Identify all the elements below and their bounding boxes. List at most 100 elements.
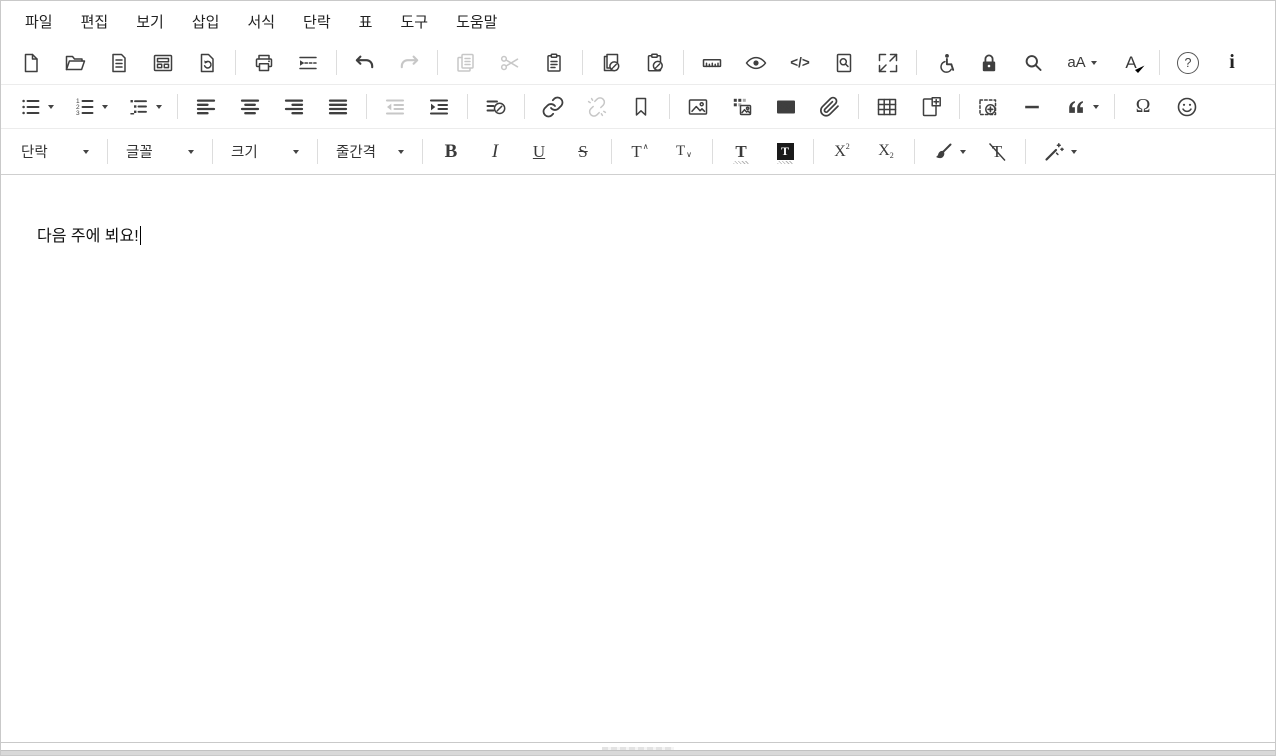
spellcheck-icon: A	[1125, 53, 1136, 73]
document-text-icon	[107, 51, 131, 75]
text-color-button[interactable]: T	[720, 133, 762, 171]
page-break-button[interactable]	[287, 44, 329, 82]
preview-button[interactable]	[735, 44, 777, 82]
lock-icon	[977, 51, 1001, 75]
bold-button[interactable]: B	[430, 133, 472, 171]
separator	[524, 94, 525, 119]
insert-placeholder-button[interactable]	[967, 88, 1009, 126]
template-button[interactable]	[142, 44, 184, 82]
clear-formatting-button[interactable]: T	[976, 133, 1018, 171]
editor-content-area[interactable]: 다음 주에 뵈요!	[1, 175, 1275, 742]
undo-button[interactable]	[344, 44, 386, 82]
lock-button[interactable]	[968, 44, 1010, 82]
subscript-button[interactable]: X2	[865, 133, 907, 171]
paperclip-icon	[818, 95, 842, 119]
menu-item-help[interactable]: 도움말	[442, 2, 511, 41]
document-cleanup-button[interactable]	[590, 44, 632, 82]
help-button[interactable]: ?	[1167, 44, 1209, 82]
search-button[interactable]	[1012, 44, 1054, 82]
font-size-select[interactable]: 크기	[221, 134, 309, 170]
new-document-button[interactable]	[10, 44, 52, 82]
numbered-list-button[interactable]: 1 2 3	[64, 88, 116, 126]
font-select-label: 글꼴	[126, 141, 153, 162]
align-justify-button[interactable]	[317, 88, 359, 126]
increase-font-size-button[interactable]: T∧	[619, 133, 661, 171]
horizontal-rule-button[interactable]	[1011, 88, 1053, 126]
toolbar-row-2: 1 2 3	[1, 85, 1275, 129]
line-height-select[interactable]: 줄간격	[326, 134, 414, 170]
emoticons-button[interactable]	[1166, 88, 1208, 126]
color-swatch	[778, 161, 793, 164]
underline-button[interactable]: U	[518, 133, 560, 171]
indent-button[interactable]	[418, 88, 460, 126]
decrease-font-size-button[interactable]: T∨	[663, 133, 705, 171]
align-center-button[interactable]	[229, 88, 271, 126]
rich-text-editor: 파일 편집 보기 삽입 서식 단락 표 도구 도움말	[0, 0, 1276, 756]
restore-draft-button[interactable]	[186, 44, 228, 82]
blockquote-button[interactable]	[1055, 88, 1107, 126]
menu-item-tools[interactable]: 도구	[386, 2, 442, 41]
outdent-button	[374, 88, 416, 126]
fullscreen-button[interactable]	[867, 44, 909, 82]
info-button[interactable]: i	[1211, 44, 1253, 82]
blockquote-icon	[1064, 95, 1088, 119]
add-page-button[interactable]	[910, 88, 952, 126]
magic-format-button[interactable]	[1033, 133, 1085, 171]
case-change-button[interactable]: aA	[1056, 44, 1108, 82]
paste-button[interactable]	[533, 44, 575, 82]
bullet-list-button[interactable]	[10, 88, 62, 126]
menu-item-insert[interactable]: 삽입	[178, 2, 234, 41]
insert-media-button[interactable]	[765, 88, 807, 126]
separator	[1025, 139, 1026, 164]
separator	[611, 139, 612, 164]
format-painter-button[interactable]	[922, 133, 974, 171]
insert-link-button[interactable]	[532, 88, 574, 126]
insert-table-button[interactable]	[866, 88, 908, 126]
menu-item-paragraph[interactable]: 단락	[289, 2, 345, 41]
special-character-button[interactable]: Ω	[1122, 88, 1164, 126]
insert-image-button[interactable]	[677, 88, 719, 126]
paste-cleanup-icon	[643, 51, 667, 75]
align-right-button[interactable]	[273, 88, 315, 126]
document-properties-button[interactable]	[98, 44, 140, 82]
accessibility-check-button[interactable]	[924, 44, 966, 82]
superscript-button[interactable]: X2	[821, 133, 863, 171]
redo-icon	[397, 51, 421, 75]
horizontal-rule-icon	[1020, 95, 1044, 119]
paragraph-select[interactable]: 단락	[11, 134, 99, 170]
permanent-pen-button[interactable]	[475, 88, 517, 126]
template-layout-icon	[151, 51, 175, 75]
align-left-button[interactable]	[185, 88, 227, 126]
separator	[336, 50, 337, 75]
edit-image-button[interactable]	[721, 88, 763, 126]
info-icon: i	[1229, 51, 1235, 74]
attach-file-button[interactable]	[809, 88, 851, 126]
chevron-down-icon	[1071, 150, 1077, 154]
outdent-icon	[383, 95, 407, 119]
menu-item-view[interactable]: 보기	[122, 2, 178, 41]
font-select[interactable]: 글꼴	[116, 134, 204, 170]
paste-cleanup-button[interactable]	[634, 44, 676, 82]
align-right-icon	[282, 95, 306, 119]
source-code-button[interactable]: </>	[779, 44, 821, 82]
menu-item-table[interactable]: 표	[345, 2, 387, 41]
italic-button[interactable]: I	[474, 133, 516, 171]
strikethrough-button[interactable]: S	[562, 133, 604, 171]
restore-draft-icon	[195, 51, 219, 75]
menu-item-format[interactable]: 서식	[233, 2, 289, 41]
spellcheck-button[interactable]: A	[1110, 44, 1152, 82]
find-replace-button[interactable]	[823, 44, 865, 82]
font-size-up-icon: T∧	[631, 143, 648, 160]
open-file-button[interactable]	[54, 44, 96, 82]
menu-item-edit[interactable]: 편집	[67, 2, 123, 41]
cut-icon	[498, 51, 522, 75]
print-button[interactable]	[243, 44, 285, 82]
background-color-button[interactable]: T	[764, 133, 806, 171]
multilevel-list-icon	[127, 95, 151, 119]
menu-item-file[interactable]: 파일	[11, 2, 67, 41]
anchor-button[interactable]	[620, 88, 662, 126]
indent-icon	[427, 95, 451, 119]
chevron-down-icon	[398, 150, 404, 154]
ruler-button[interactable]	[691, 44, 733, 82]
multilevel-list-button[interactable]	[118, 88, 170, 126]
